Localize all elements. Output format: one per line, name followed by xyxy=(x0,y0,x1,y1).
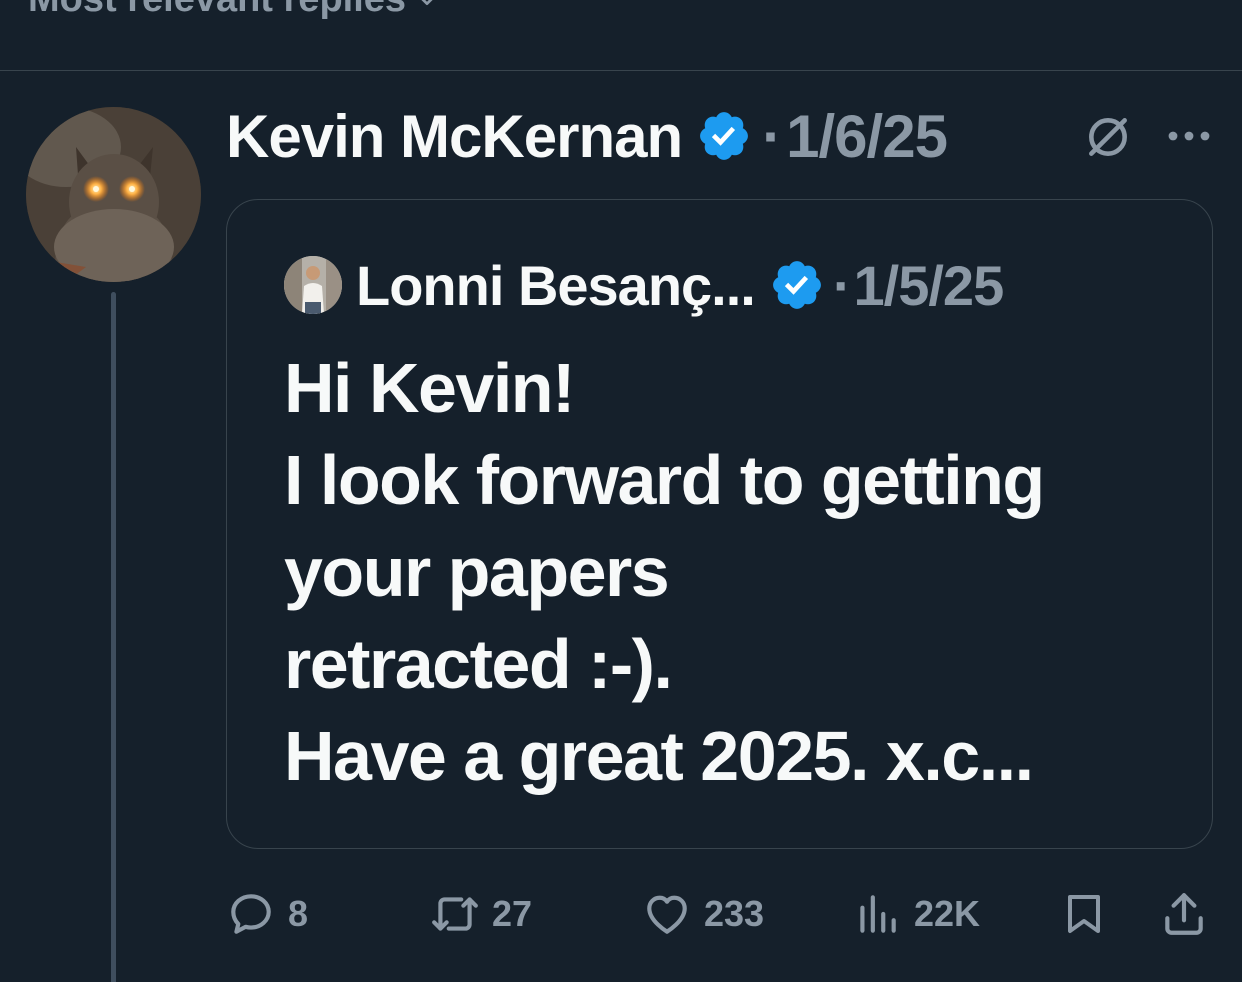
quote-text-line: Hi Kevin! xyxy=(284,349,575,427)
avatar[interactable] xyxy=(26,107,201,282)
verified-badge-icon[interactable] xyxy=(769,257,825,313)
verified-badge-icon[interactable] xyxy=(696,108,752,164)
reply-button[interactable]: 8 xyxy=(226,884,308,944)
repost-button[interactable]: 27 xyxy=(430,884,532,944)
reply-count: 8 xyxy=(288,893,309,934)
person-avatar-image xyxy=(284,256,342,314)
quote-date[interactable]: 1/5/25 xyxy=(854,253,1005,318)
reply-icon xyxy=(231,894,271,934)
repost-count: 27 xyxy=(492,893,533,934)
quote-text-line: your papers xyxy=(284,533,670,611)
quote-text-line: Have a great 2025. x.c... xyxy=(284,717,1034,795)
quote-text-line: I look forward to getting xyxy=(284,441,1045,519)
sort-replies-dropdown[interactable]: Most relevant replies xyxy=(28,0,438,21)
views-count: 22K xyxy=(914,893,981,934)
quote-author-name[interactable]: Lonni Besanç... xyxy=(356,253,756,318)
views-button[interactable]: 22K xyxy=(852,884,980,944)
quoted-post-card[interactable]: Lonni Besanç... · 1/5/25 Hi Kevin! I loo… xyxy=(226,199,1213,849)
like-button[interactable]: 233 xyxy=(642,884,764,944)
separator-dot: · xyxy=(762,102,783,170)
action-bar: 8 27 233 22K xyxy=(226,884,1216,944)
bookmark-icon[interactable] xyxy=(1060,889,1108,939)
share-icon[interactable] xyxy=(1159,889,1209,939)
separator-dot: · xyxy=(832,253,852,317)
like-count: 233 xyxy=(704,893,765,934)
quote-text-line: retracted :-). xyxy=(284,625,673,703)
heart-icon xyxy=(647,895,687,934)
author-name[interactable]: Kevin McKernan xyxy=(226,102,683,171)
post-date[interactable]: 1/6/25 xyxy=(786,102,948,171)
more-icon[interactable] xyxy=(1165,116,1213,156)
quote-text: Hi Kevin! I look forward to getting your… xyxy=(284,342,1184,802)
sort-label: Most relevant replies xyxy=(28,0,406,21)
views-icon xyxy=(860,895,896,933)
post-header: Kevin McKernan · 1/6/25 xyxy=(226,96,948,176)
grok-icon[interactable] xyxy=(1083,112,1133,162)
divider xyxy=(0,70,1242,71)
quote-avatar[interactable] xyxy=(284,256,342,314)
quoted-post-header: Lonni Besanç... · 1/5/25 xyxy=(284,253,1005,318)
chevron-down-icon xyxy=(421,0,433,5)
thread-line xyxy=(111,292,116,982)
repost-icon xyxy=(432,897,478,931)
cat-avatar-image xyxy=(26,107,201,282)
tweet-page: Most relevant replies xyxy=(0,0,1242,982)
